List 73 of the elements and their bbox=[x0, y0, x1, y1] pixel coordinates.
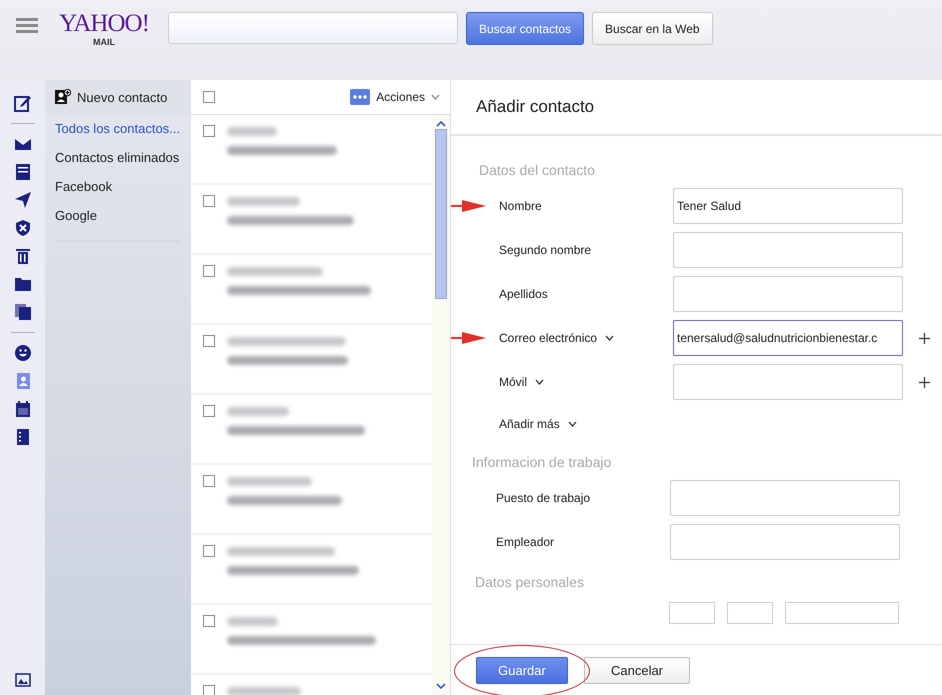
save-button[interactable]: Guardar bbox=[476, 656, 568, 684]
row-checkbox[interactable] bbox=[203, 335, 215, 347]
input-field[interactable] bbox=[673, 232, 903, 268]
row-checkbox[interactable] bbox=[203, 125, 215, 137]
caret-icon[interactable] bbox=[535, 379, 544, 385]
actions-menu[interactable]: Acciones bbox=[376, 90, 425, 104]
input-field[interactable] bbox=[785, 602, 899, 624]
blurred-contact[interactable] bbox=[227, 195, 354, 225]
field-label: Segundo nombre bbox=[499, 243, 592, 257]
shield-icon[interactable] bbox=[14, 219, 32, 237]
row-checkbox[interactable] bbox=[203, 545, 215, 557]
row-checkbox[interactable] bbox=[203, 615, 215, 627]
sidebar-item[interactable]: Contactos eliminados bbox=[55, 143, 181, 172]
add-person-icon[interactable] bbox=[55, 89, 71, 105]
select-all-checkbox[interactable] bbox=[203, 91, 215, 103]
image-icon[interactable] bbox=[14, 673, 30, 687]
row-checkbox[interactable] bbox=[203, 195, 215, 207]
add-more-link[interactable]: Añadir más bbox=[499, 417, 560, 431]
list-icon[interactable] bbox=[14, 163, 32, 181]
input-field[interactable] bbox=[669, 602, 715, 624]
blurred-contact[interactable] bbox=[227, 125, 337, 155]
trash-icon[interactable] bbox=[14, 247, 32, 265]
field-label: Puesto de trabajo bbox=[496, 491, 590, 505]
add-icon[interactable] bbox=[919, 332, 930, 344]
form-title: Añadir contacto bbox=[451, 80, 942, 136]
input-field[interactable]: tenersalud@saludnutricionbienestar.c bbox=[673, 320, 903, 356]
smiley-icon[interactable] bbox=[14, 344, 32, 362]
copies-icon[interactable] bbox=[14, 303, 32, 321]
calendar-icon[interactable] bbox=[14, 400, 32, 418]
scroll-down-icon[interactable] bbox=[435, 681, 447, 691]
section-title: Datos del contacto bbox=[478, 162, 596, 180]
logo-subtext: MAIL bbox=[93, 37, 115, 47]
field-label: Nombre bbox=[499, 199, 542, 213]
sidebar-item[interactable]: Facebook bbox=[55, 172, 181, 201]
input-field[interactable] bbox=[673, 364, 903, 400]
folder-icon[interactable] bbox=[14, 275, 32, 293]
scrollbar[interactable] bbox=[432, 115, 450, 695]
send-icon[interactable] bbox=[14, 191, 32, 209]
blurred-contact[interactable] bbox=[227, 265, 371, 295]
row-checkbox[interactable] bbox=[203, 475, 215, 487]
field-label: Empleador bbox=[496, 535, 554, 549]
row-checkbox[interactable] bbox=[203, 405, 215, 417]
field-label: Correo electrónico bbox=[499, 331, 598, 345]
row-checkbox[interactable] bbox=[203, 265, 215, 277]
caret-icon[interactable] bbox=[605, 335, 614, 341]
blurred-contact[interactable] bbox=[227, 545, 359, 575]
blurred-contact[interactable] bbox=[227, 405, 365, 435]
input-field[interactable] bbox=[673, 276, 903, 312]
search-field[interactable] bbox=[168, 12, 458, 44]
field-label: Móvil bbox=[499, 375, 528, 389]
blurred-contact[interactable] bbox=[227, 335, 348, 365]
blurred-contact[interactable] bbox=[227, 475, 342, 505]
section-title: Datos personales bbox=[474, 574, 585, 592]
field-label: Apellidos bbox=[499, 287, 548, 301]
section-title: Informacion de trabajo bbox=[471, 454, 612, 472]
sidebar-item[interactable]: Google bbox=[55, 201, 181, 230]
scrollbar-thumb[interactable] bbox=[435, 129, 447, 299]
caret-icon[interactable] bbox=[568, 421, 577, 427]
logo-text[interactable]: YAHOO! bbox=[59, 12, 149, 36]
input-field[interactable]: Tener Salud bbox=[673, 188, 903, 224]
more-icon[interactable] bbox=[350, 89, 370, 105]
input-field[interactable] bbox=[670, 480, 900, 516]
cancel-button[interactable]: Cancelar bbox=[584, 656, 690, 684]
sidebar-item[interactable]: Todos los contactos... bbox=[55, 114, 181, 143]
input-field[interactable] bbox=[670, 524, 900, 560]
search-button[interactable]: Buscar en la Web bbox=[592, 12, 713, 45]
row-checkbox[interactable] bbox=[203, 685, 215, 695]
input-field[interactable] bbox=[727, 602, 773, 624]
add-icon[interactable] bbox=[919, 376, 930, 388]
scroll-up-icon[interactable] bbox=[435, 119, 447, 129]
blurred-contact[interactable] bbox=[227, 615, 376, 645]
menu-icon[interactable] bbox=[16, 17, 38, 33]
compose-icon[interactable] bbox=[14, 94, 32, 112]
